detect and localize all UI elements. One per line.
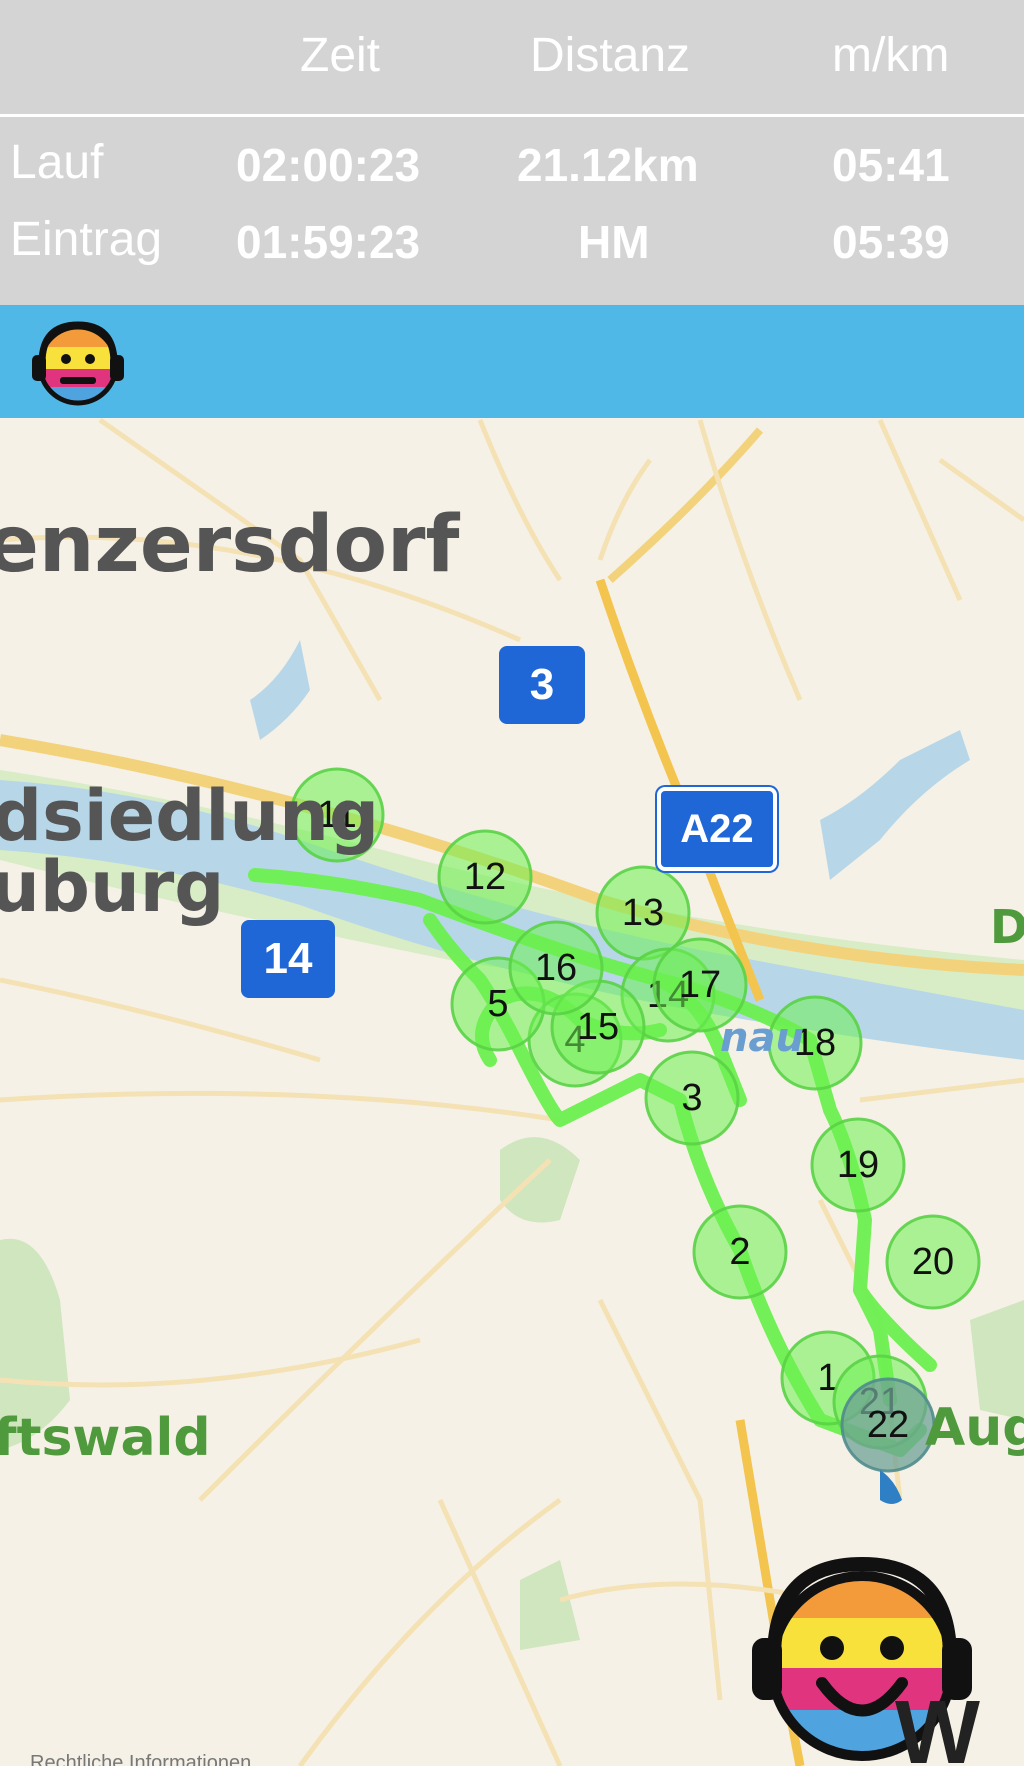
lauf-distanz: 21.12km (517, 139, 699, 191)
eintrag-distanz: HM (578, 216, 650, 268)
place-label-dsiedlung: dsiedlung (0, 775, 380, 857)
headphone-smiley-icon[interactable] (26, 317, 130, 409)
km-marker-label: 13 (622, 892, 664, 934)
eintrag-zeit: 01:59:23 (236, 216, 421, 268)
km-marker-2[interactable]: 2 (692, 1204, 788, 1300)
row-label-lauf: Lauf (10, 136, 104, 189)
km-marker-label: 3 (681, 1077, 702, 1119)
header-zeit: Zeit (300, 29, 381, 82)
road-sign-3: 3 (499, 646, 585, 724)
corner-text: W (895, 1700, 980, 1766)
place-label-uburg: uburg (0, 846, 225, 928)
km-marker-label: 17 (679, 964, 721, 1006)
km-marker-22[interactable]: 22 (840, 1377, 936, 1473)
km-marker-20[interactable]: 20 (885, 1214, 981, 1310)
km-marker-label: 5 (487, 983, 508, 1025)
row-label-eintrag: Eintrag (10, 213, 163, 266)
road-sign-a22: A22 (657, 787, 777, 871)
header-pace: m/km (832, 29, 950, 82)
place-label-enzersdorf: enzersdorf (0, 500, 460, 590)
km-marker-label: 2 (729, 1231, 750, 1273)
km-marker-label: 12 (464, 856, 506, 898)
place-label-aug: Aug (925, 1398, 1024, 1458)
km-marker-12[interactable]: 12 (437, 829, 533, 925)
km-marker-3[interactable]: 3 (644, 1050, 740, 1146)
place-label-ftswald: ftswald (0, 1408, 211, 1468)
eintrag-pace: 05:39 (832, 216, 950, 268)
legal-attribution-link[interactable]: Rechtliche Informationen (30, 1752, 251, 1766)
lauf-zeit: 02:00:23 (236, 139, 421, 191)
app-header-bar (0, 305, 1024, 418)
km-marker-19[interactable]: 19 (810, 1117, 906, 1213)
km-marker-16[interactable]: 16 (508, 920, 604, 1016)
km-marker-label: 19 (837, 1144, 879, 1186)
place-label-d: D (990, 900, 1024, 954)
river-label-nau: nau (720, 1015, 804, 1061)
km-marker-label: 20 (912, 1241, 954, 1283)
lauf-pace: 05:41 (832, 139, 950, 191)
km-marker-label: 22 (867, 1404, 909, 1446)
km-marker-label: 15 (577, 1006, 619, 1048)
stats-divider (0, 114, 1024, 117)
km-marker-label: 16 (535, 947, 577, 989)
header-distanz: Distanz (530, 29, 691, 82)
road-sign-14: 14 (241, 920, 335, 998)
stats-panel: Zeit Distanz m/km Lauf 02:00:23 21.12km … (0, 0, 1024, 305)
